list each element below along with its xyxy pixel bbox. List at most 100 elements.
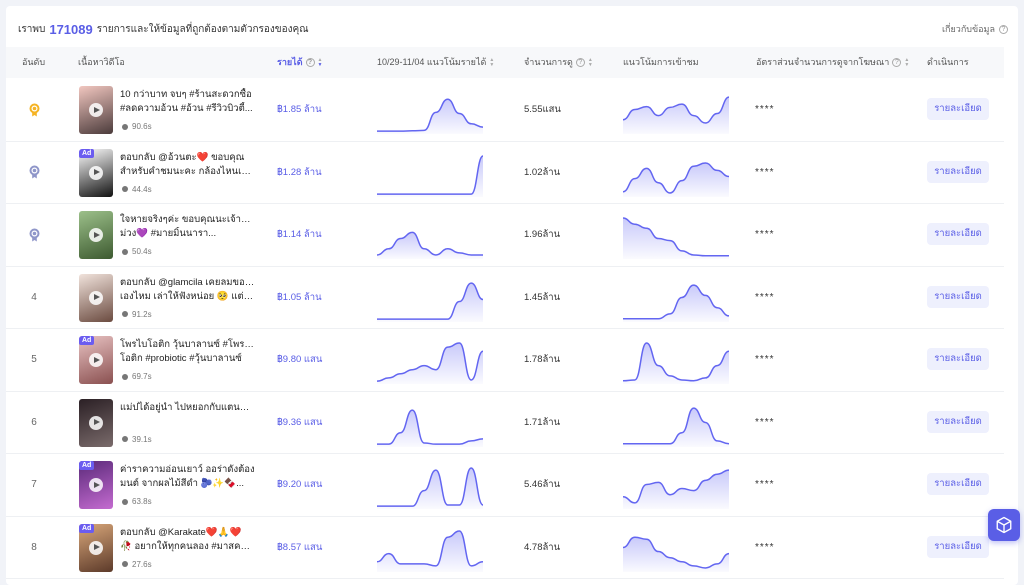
- video-duration: 63.8s: [122, 497, 152, 506]
- video-title[interactable]: ตอบกลับ @อ้วนตะ❤️ ขอบคุณ สำหรับคำชมนะคะ …: [120, 151, 255, 179]
- views-value: 1.78ล้าน: [524, 354, 561, 366]
- video-thumbnail[interactable]: Ad: [79, 336, 113, 384]
- video-title-line: ค่าราความอ่อนเยาว์ ออร่าดังต้อง: [120, 464, 255, 475]
- question-circle-icon: ?: [999, 24, 1008, 34]
- table-row: ใจหายจริงๆค่ะ ขอบคุณนะเจ้ากล่อง ม่วง💜 #ม…: [6, 204, 1004, 267]
- location-pin-icon: [122, 123, 128, 130]
- location-pin-icon: [122, 561, 128, 567]
- ad-ratio-value: ****: [755, 166, 775, 178]
- duration-value: 27.6s: [132, 559, 152, 569]
- header-views[interactable]: จำนวนการดู ? ▲ ▼: [524, 47, 593, 78]
- revenue-value: ฿1.05 ล้าน: [277, 291, 322, 303]
- about-data-link[interactable]: เกี่ยวกับข้อมูล ?: [942, 22, 1008, 36]
- views-value: 5.46ล้าน: [524, 479, 561, 491]
- rank-cell: 5: [24, 329, 44, 391]
- video-title[interactable]: แม่ปได้อยู่นำ ไปหยอกกับแตนแล้ว: [120, 401, 255, 415]
- revenue-trend-sparkline: [377, 231, 483, 259]
- play-icon: [89, 165, 103, 180]
- views-value: 1.71ล้าน: [524, 416, 561, 428]
- video-duration: 91.2s: [122, 310, 152, 319]
- detail-button[interactable]: รายละเอียด: [927, 160, 989, 183]
- sort-icon[interactable]: ▲ ▼: [489, 57, 494, 68]
- play-icon: [89, 353, 103, 367]
- views-trend-sparkline: [623, 217, 729, 259]
- table-row: 8 Ad ตอบกลับ @Karakate❤️🙏❤️ 🥀 อยากให้ทุก…: [6, 517, 1004, 579]
- views-trend-sparkline: [623, 406, 729, 447]
- views-value: 1.96ล้าน: [524, 229, 561, 241]
- revenue-trend-sparkline: [377, 342, 483, 384]
- video-title-line: มนต์ จากผลไม้สีดำ 🫐✨🍫...: [120, 478, 244, 489]
- revenue-value: ฿9.36 แสน: [277, 416, 323, 428]
- video-title[interactable]: 10 กว่าบาท จบๆ #ร้านสะดวกซื้อ #ลดความอ้ว…: [120, 88, 255, 116]
- ad-ratio-value: ****: [755, 416, 775, 428]
- duration-value: 63.8s: [132, 497, 152, 506]
- summary-suffix: รายการและให้ข้อมูลที่ถูกต้องตามตัวกรองขอ…: [96, 23, 309, 35]
- ad-ratio-value: ****: [755, 291, 775, 303]
- about-data-label: เกี่ยวกับข้อมูล: [941, 24, 995, 34]
- video-title[interactable]: ตอบกลับ @glamcila เคยลมของตัว เองไหม เล่…: [120, 276, 255, 304]
- revenue-trend-sparkline: [377, 529, 483, 572]
- revenue-trend-sparkline: [377, 467, 483, 509]
- ad-badge: Ad: [79, 148, 95, 158]
- cube-icon[interactable]: [988, 509, 1020, 541]
- ad-badge: Ad: [79, 523, 95, 533]
- revenue-trend-sparkline-line: [377, 154, 483, 195]
- location-pin-icon: [122, 186, 128, 192]
- revenue-trend-sparkline: [377, 154, 483, 197]
- duration-value: 50.4s: [132, 247, 152, 256]
- video-title[interactable]: ค่าราความอ่อนเยาว์ ออร่าดังต้อง มนต์ จาก…: [120, 463, 255, 491]
- views-value: 1.45ล้าน: [524, 291, 561, 303]
- rank-number: 6: [31, 416, 37, 428]
- video-title-line: ตอบกลับ @glamcila เคยลมของตัว: [120, 276, 255, 288]
- sort-icon[interactable]: ▲ ▼: [588, 57, 593, 68]
- video-duration: 69.7s: [122, 372, 152, 381]
- views-trend-sparkline: [623, 535, 729, 572]
- location-pin-icon: [122, 248, 128, 255]
- detail-button[interactable]: รายละเอียด: [927, 98, 989, 120]
- ad-badge: Ad: [79, 461, 95, 470]
- detail-button[interactable]: รายละเอียด: [927, 348, 989, 370]
- video-title[interactable]: ตอบกลับ @Karakate❤️🙏❤️ 🥀 อยากให้ทุกคนลอง…: [120, 526, 255, 554]
- revenue-trend-sparkline-line: [377, 408, 483, 445]
- views-trend-sparkline-area: [623, 536, 729, 572]
- detail-button[interactable]: รายละเอียด: [927, 473, 989, 495]
- rank-cell: 8: [24, 517, 44, 579]
- video-title-line: ม่วง💜 #มายมิ้นนารา...: [120, 228, 217, 239]
- header-revenue-trend[interactable]: 10/29-11/04 แนวโน้มรายได้ ▲ ▼: [377, 47, 494, 78]
- sort-icon[interactable]: ▲ ▼: [318, 57, 323, 68]
- video-duration: 39.1s: [122, 435, 152, 444]
- rank-medal-icon: [29, 228, 39, 242]
- video-title[interactable]: ใจหายจริงๆค่ะ ขอบคุณนะเจ้ากล่อง ม่วง💜 #ม…: [120, 213, 255, 241]
- video-thumbnail[interactable]: Ad: [79, 148, 113, 197]
- video-thumbnail[interactable]: Ad: [79, 461, 113, 509]
- detail-button[interactable]: รายละเอียด: [927, 223, 989, 245]
- ad-ratio-value: ****: [755, 229, 775, 241]
- rank-cell: 7: [24, 454, 44, 516]
- video-thumbnail[interactable]: Ad: [79, 523, 113, 572]
- video-title-line: แม่ปได้อยู่นำ ไปหยอกกับแตนแล้ว: [120, 401, 255, 413]
- header-revenue[interactable]: รายได้ ? ▲ ▼: [277, 47, 323, 78]
- table-row: 5 Ad โพรไบโอติก วุ้นบาลานซ์ #โพรไบ โอติก…: [6, 329, 1004, 392]
- views-value: 5.55แสน: [524, 104, 561, 116]
- video-title-line: 🥀 อยากให้ทุกคนลอง #มาสคาร่า...: [120, 540, 255, 552]
- video-thumbnail[interactable]: [79, 86, 113, 134]
- video-thumbnail[interactable]: [79, 273, 113, 322]
- question-circle-icon: ?: [305, 58, 315, 67]
- rank-number: 4: [31, 291, 37, 303]
- revenue-trend-sparkline-area: [377, 99, 483, 134]
- video-title-line: โอติก #probiotic #วุ้นบาลานซ์: [120, 353, 242, 364]
- table-row: 10 กว่าบาท จบๆ #ร้านสะดวกซื้อ #ลดความอ้ว…: [6, 79, 1004, 142]
- duration-value: 91.2s: [132, 309, 152, 319]
- detail-button[interactable]: รายละเอียด: [927, 410, 989, 433]
- video-thumbnail[interactable]: [79, 211, 113, 259]
- video-title[interactable]: โพรไบโอติก วุ้นบาลานซ์ #โพรไบ โอติก #pro…: [120, 338, 255, 366]
- video-title-line: สำหรับคำชมนะคะ กล้องไหนเราส์...: [120, 165, 255, 177]
- ad-ratio-value: ****: [755, 354, 775, 366]
- rank-cell: 4: [24, 267, 44, 329]
- video-thumbnail[interactable]: [79, 398, 113, 447]
- detail-button[interactable]: รายละเอียด: [927, 285, 989, 308]
- detail-button[interactable]: รายละเอียด: [927, 535, 989, 558]
- video-title-line: เองไหม เล่าให้ฟังหน่อย 🥺 แต่ถ้า...: [120, 290, 255, 302]
- header-ad-ratio[interactable]: อัตราส่วนจำนวนการดูจากโฆษณา ? ▲ ▼: [756, 47, 909, 78]
- sort-icon[interactable]: ▲ ▼: [904, 57, 909, 68]
